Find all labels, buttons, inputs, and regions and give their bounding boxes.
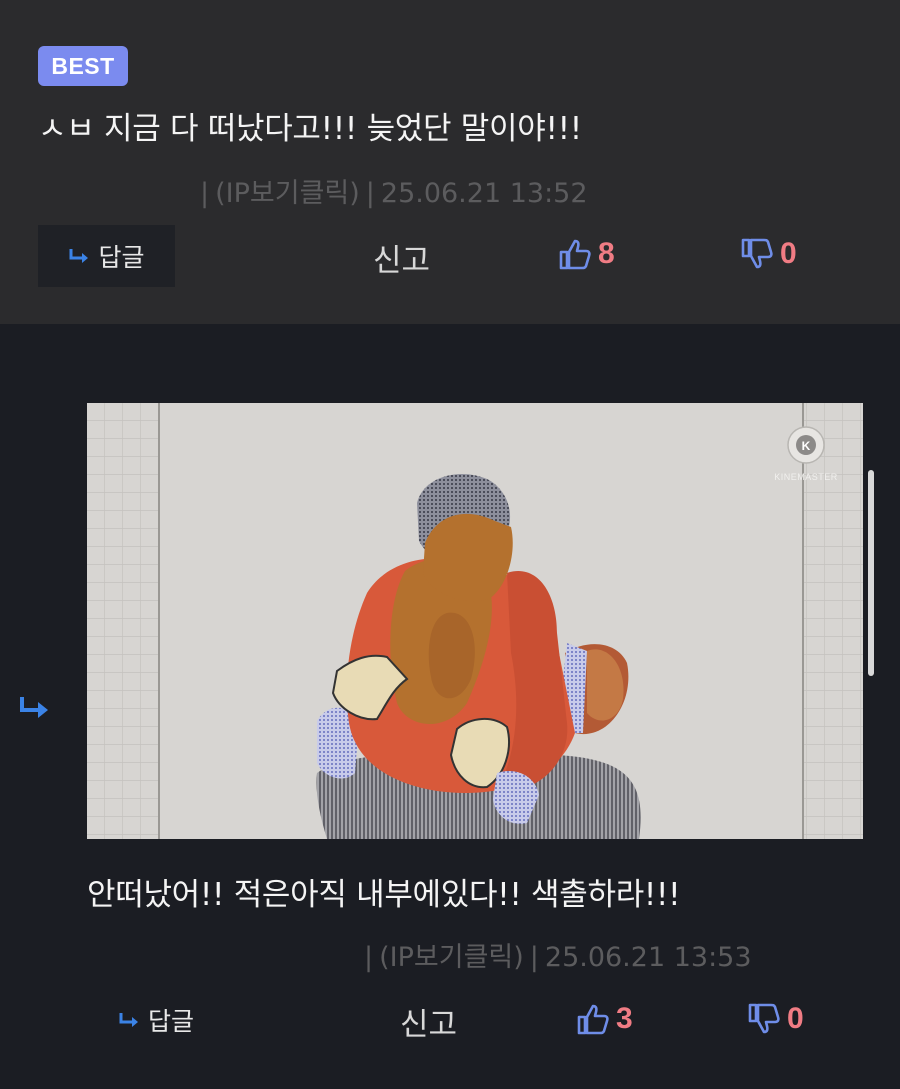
meta-divider: | <box>529 942 539 973</box>
reply-label: 답글 <box>148 1007 195 1036</box>
comment-text: 안떠났어!! 적은아직 내부에있다!! 색출하라!!! <box>87 877 681 913</box>
ip-view-link[interactable]: (IP보기클릭) <box>379 942 524 973</box>
report-button[interactable]: 신고 <box>373 235 430 280</box>
like-count: 8 <box>598 237 615 270</box>
comment-image[interactable]: K KINEMASTER <box>87 403 863 839</box>
meta-divider: | <box>365 178 375 209</box>
scrollbar[interactable] <box>868 470 874 676</box>
svg-text:K: K <box>802 439 811 453</box>
thumbs-down-icon <box>748 1003 780 1034</box>
comment-meta: | (IP보기클릭) | 25.06.21 13:53 <box>358 935 752 974</box>
dislike-count: 0 <box>780 237 797 270</box>
report-button[interactable]: 신고 <box>400 999 457 1044</box>
like-button[interactable]: 8 <box>558 237 615 271</box>
timestamp: 25.06.21 13:52 <box>380 178 588 209</box>
reply-indicator-icon <box>20 697 48 718</box>
dislike-count: 0 <box>787 1002 804 1035</box>
thumbs-down-icon <box>741 238 773 269</box>
kinemaster-watermark: KINEMASTER <box>774 472 838 482</box>
reply-button[interactable]: 답글 <box>38 225 175 287</box>
ip-view-link[interactable]: (IP보기클릭) <box>215 178 360 209</box>
meta-divider: | <box>200 178 210 209</box>
like-count: 3 <box>616 1002 633 1035</box>
reply-arrow-icon <box>69 249 89 263</box>
comment-meta: | (IP보기클릭) | 25.06.21 13:52 <box>194 171 588 210</box>
thumbs-up-icon <box>577 1004 609 1035</box>
kinemaster-logo: K <box>787 426 825 464</box>
reply-button[interactable]: 답글 <box>118 1002 194 1038</box>
like-button[interactable]: 3 <box>576 1002 633 1036</box>
meta-divider: | <box>364 942 374 973</box>
cartoon-illustration: K KINEMASTER <box>87 403 863 839</box>
reply-label: 답글 <box>98 243 145 272</box>
dislike-button[interactable]: 0 <box>747 1002 804 1036</box>
timestamp: 25.06.21 13:53 <box>544 942 752 973</box>
comment-text: ㅅㅂ 지금 다 떠났다고!!! 늦었단 말이야!!! <box>38 111 582 147</box>
thumbs-up-icon <box>559 239 591 270</box>
best-badge: BEST <box>38 46 128 86</box>
reply-arrow-icon <box>119 1013 138 1027</box>
dislike-button[interactable]: 0 <box>740 237 797 271</box>
best-comment: BEST ㅅㅂ 지금 다 떠났다고!!! 늦었단 말이야!!! | (IP보기클릭… <box>0 0 900 324</box>
